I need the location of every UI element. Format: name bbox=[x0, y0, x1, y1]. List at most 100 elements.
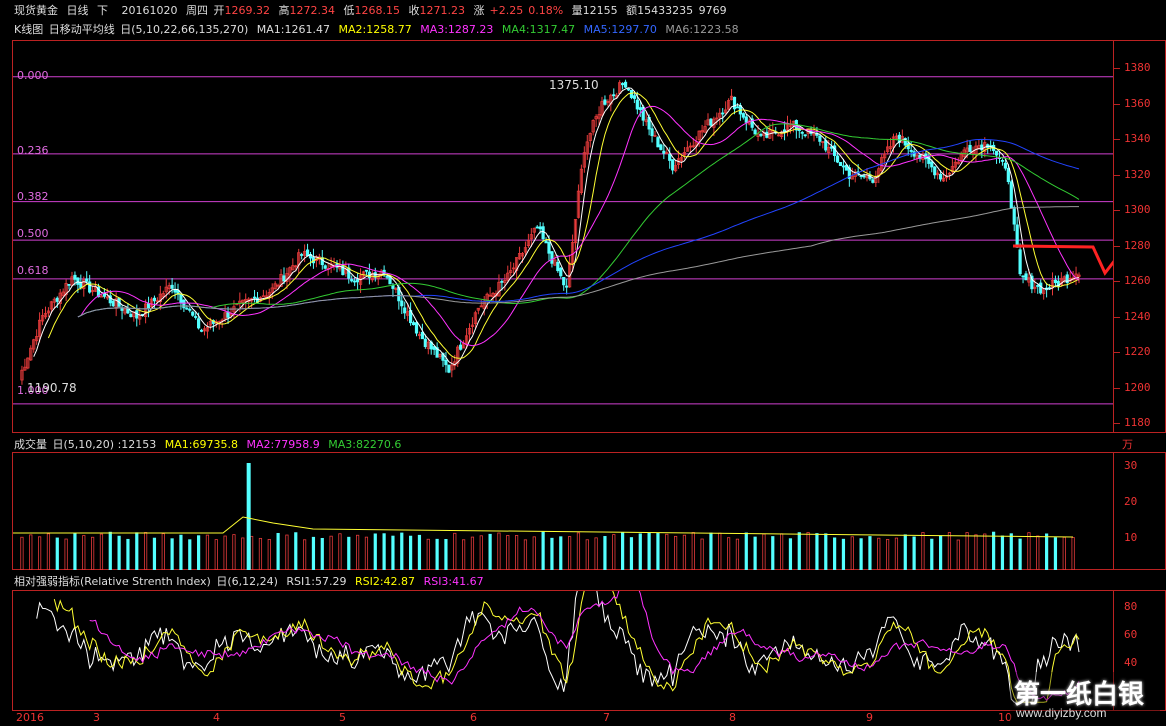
volume-bar bbox=[992, 531, 996, 570]
volume-bar bbox=[117, 535, 121, 570]
period-label[interactable]: 日线 bbox=[67, 4, 89, 17]
candle-body bbox=[191, 311, 195, 316]
volume-unit: 万 bbox=[1122, 438, 1133, 451]
volume-bar bbox=[656, 532, 660, 570]
volume-bar bbox=[285, 534, 289, 570]
volume-spike bbox=[246, 463, 251, 570]
candle-body bbox=[350, 279, 354, 282]
price-tick-mark bbox=[1114, 245, 1120, 247]
rsi3-line bbox=[89, 591, 1080, 702]
candle-body bbox=[732, 96, 737, 110]
candle-body bbox=[500, 280, 504, 283]
rsi-tick: 60 bbox=[1124, 628, 1138, 641]
ma3-value: MA3:1287.23 bbox=[420, 23, 494, 36]
volume-chart-panel[interactable]: 30 20 10 bbox=[12, 452, 1166, 570]
candle-body bbox=[305, 249, 310, 257]
candle-body bbox=[1024, 273, 1028, 281]
candle-body bbox=[709, 118, 713, 126]
price-tick: 1280 bbox=[1124, 238, 1151, 252]
volume-ma3: MA3:82270.6 bbox=[328, 438, 402, 451]
volume-bar bbox=[903, 534, 907, 570]
rsi-title[interactable]: 相对强弱指标(Relative Strenth Index) bbox=[14, 575, 211, 588]
extra-value: 9769 bbox=[698, 4, 727, 17]
volume-bar bbox=[939, 535, 943, 570]
price-chart-svg[interactable] bbox=[13, 41, 1113, 433]
candle-body bbox=[197, 318, 201, 329]
candle-body bbox=[55, 297, 59, 302]
candle-body bbox=[188, 308, 192, 311]
volume-bar bbox=[523, 539, 528, 570]
volume-bar bbox=[718, 532, 722, 570]
weekday-value: 周四 bbox=[186, 4, 208, 17]
candle-body bbox=[1003, 162, 1007, 169]
candle-body bbox=[403, 307, 407, 314]
candle-body bbox=[650, 128, 654, 137]
volume-tick: 30 bbox=[1124, 459, 1138, 472]
x-label-apr: 4 bbox=[213, 711, 220, 724]
candle-body bbox=[120, 307, 124, 311]
volume-bar bbox=[453, 532, 457, 570]
volume-bar bbox=[612, 534, 616, 570]
volume-axis: 30 20 10 bbox=[1113, 453, 1165, 570]
volume-bar bbox=[29, 534, 33, 570]
price-chart-panel[interactable]: 0.000 0.236 0.382 0.500 0.618 1.000 1375… bbox=[12, 40, 1166, 433]
candle-body bbox=[535, 226, 539, 229]
volume-title[interactable]: 成交量 bbox=[14, 438, 47, 451]
volume-bar bbox=[1000, 535, 1005, 570]
volume-bar bbox=[735, 538, 740, 570]
price-tick-mark bbox=[1114, 139, 1120, 140]
candle-body bbox=[547, 242, 551, 254]
volume-bar bbox=[364, 536, 369, 570]
volume-bar bbox=[797, 532, 801, 570]
candle-body bbox=[871, 179, 875, 183]
candle-body bbox=[621, 83, 625, 86]
rsi1-line bbox=[36, 591, 1080, 703]
trough-annotation: 1190.78 bbox=[27, 381, 77, 395]
price-tick-mark bbox=[1114, 387, 1120, 389]
candle-body bbox=[721, 112, 725, 115]
candle-body bbox=[1000, 159, 1005, 162]
candle-body bbox=[662, 150, 666, 154]
price-tick-mark bbox=[1114, 281, 1120, 282]
price-tick-mark bbox=[1114, 68, 1120, 69]
volume-bar bbox=[806, 532, 810, 570]
candle-body bbox=[364, 269, 369, 272]
fib-level-618: 0.618 bbox=[17, 264, 49, 277]
volume-bar bbox=[753, 536, 757, 570]
kline-title[interactable]: K线图 bbox=[14, 23, 43, 36]
volume-bar bbox=[550, 537, 554, 570]
volume-bar bbox=[38, 536, 42, 570]
rsi-chart-panel[interactable]: 80 60 40 bbox=[12, 590, 1166, 711]
price-tick-mark bbox=[1114, 316, 1120, 318]
volume-bar bbox=[391, 535, 395, 570]
x-label-jun: 6 bbox=[470, 711, 477, 724]
volume-bar bbox=[824, 533, 828, 570]
candle-body bbox=[152, 297, 157, 302]
direction-label: 下 bbox=[97, 4, 108, 17]
candle-body bbox=[459, 344, 463, 350]
instrument-name[interactable]: 现货黄金 bbox=[14, 4, 58, 17]
rsi-params: 日(6,12,24) bbox=[216, 575, 278, 588]
volume-bar bbox=[294, 532, 298, 570]
ma6-line bbox=[77, 206, 1079, 318]
volume-chart-svg[interactable] bbox=[13, 453, 1113, 570]
price-tick-mark bbox=[1114, 352, 1120, 353]
candle-body bbox=[909, 149, 913, 152]
candle-body bbox=[544, 240, 548, 244]
rsi-chart-svg[interactable] bbox=[13, 591, 1113, 711]
quote-header: 现货黄金 日线 下 20161020 周四 开1269.32 高1272.34 … bbox=[14, 2, 732, 18]
ma5-value: MA5:1297.70 bbox=[583, 23, 657, 36]
candle-body bbox=[356, 279, 360, 283]
price-tick: 1320 bbox=[1124, 167, 1151, 181]
volume-bar bbox=[497, 532, 501, 570]
candle-body bbox=[199, 329, 204, 332]
volume-bar bbox=[152, 537, 157, 570]
volume-bar bbox=[868, 536, 872, 570]
volume-bar bbox=[1018, 538, 1022, 570]
volume-bar bbox=[73, 533, 77, 570]
volume-bar bbox=[859, 538, 863, 570]
candle-body bbox=[800, 131, 804, 134]
change-value: +2.25 bbox=[489, 4, 524, 17]
candle-body bbox=[391, 285, 395, 289]
close-value: 1271.23 bbox=[419, 4, 466, 17]
